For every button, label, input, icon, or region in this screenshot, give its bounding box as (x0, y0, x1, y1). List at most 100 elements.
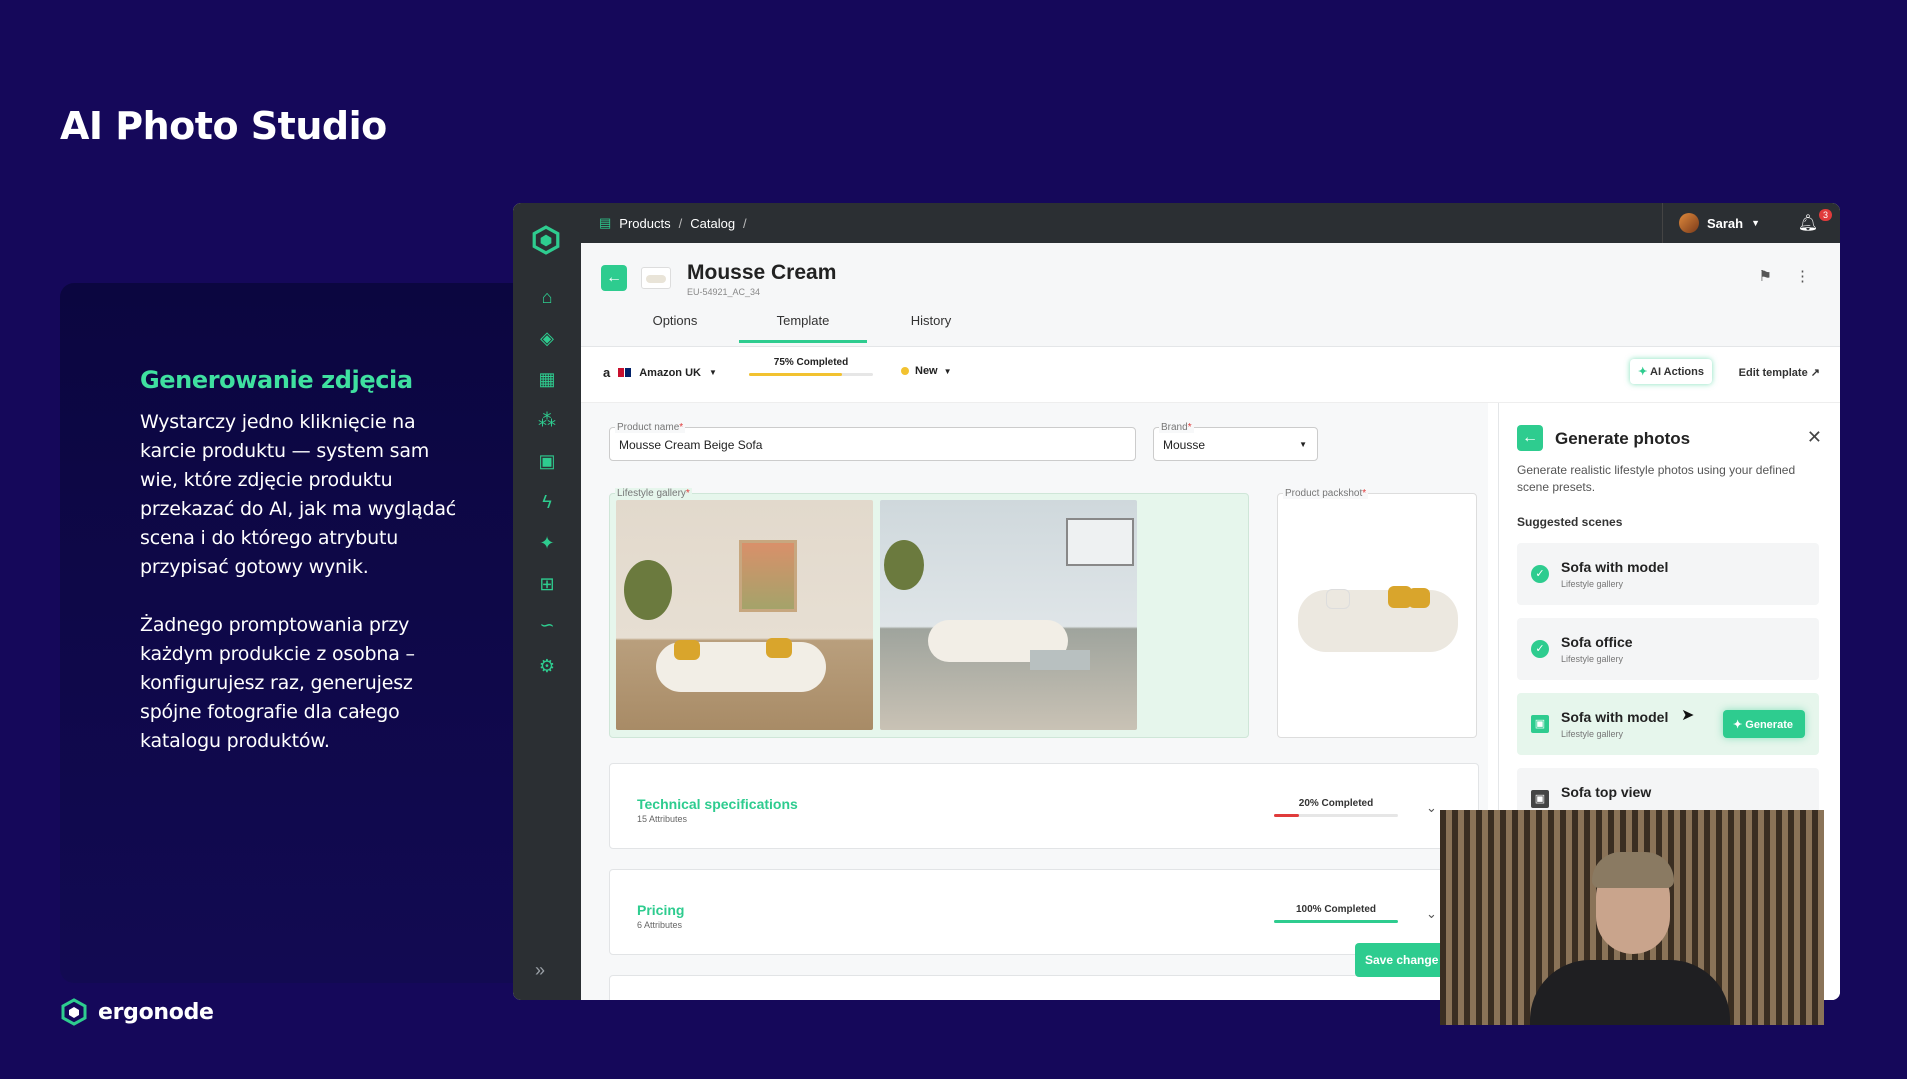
suggested-scenes-heading: Suggested scenes (1517, 515, 1623, 529)
completion-label: 75% Completed (773, 357, 849, 368)
brand-value: Mousse (1163, 438, 1206, 452)
workflow-icon[interactable]: ⁂ (537, 410, 557, 430)
completion-progress: 75% Completed (749, 357, 873, 376)
section-title: Technical specifications (637, 796, 798, 812)
check-circle-icon: ✓ (1531, 640, 1549, 658)
close-icon[interactable]: ✕ (1807, 427, 1822, 448)
tab-history[interactable]: History (867, 305, 995, 343)
scene-name: Sofa with model (1561, 559, 1669, 575)
app-logo-icon[interactable] (531, 225, 561, 255)
external-link-icon: ↗ (1810, 367, 1820, 379)
breadcrumb-catalog[interactable]: Catalog (690, 216, 735, 231)
scene-item[interactable]: ▣ Sofa with model Lifestyle gallery ✦ Ge… (1517, 693, 1819, 755)
image-icon: ▣ (1531, 715, 1549, 733)
sparkle-icon[interactable]: ✦ (537, 533, 557, 553)
section-title: Pricing (637, 902, 685, 918)
gallery-label: Lifestyle gallery* (615, 488, 692, 499)
product-thumbnail (641, 267, 671, 289)
section-subtitle: 6 Attributes (637, 920, 683, 930)
sidebar: ⌂ ◈ ▦ ⁂ ▣ ϟ ✦ ⊞ ∽ ⚙ » (513, 203, 581, 1000)
scene-subtitle: Lifestyle gallery (1561, 579, 1624, 589)
gallery-photo-1[interactable] (616, 500, 873, 730)
edit-template-link[interactable]: Edit template ↗ (1739, 366, 1820, 379)
status-select[interactable]: New ▼ (901, 365, 952, 377)
signature-icon[interactable]: ∽ (537, 615, 557, 635)
scene-name: Sofa top view (1561, 784, 1652, 800)
expand-icon[interactable]: ⌄ (1426, 800, 1437, 816)
section-technical-specifications[interactable]: Technical specifications 15 Attributes 2… (609, 763, 1479, 849)
topbar: ▤ Products / Catalog / Sarah ▼ 🔔︎ 3 (581, 203, 1840, 243)
market-select[interactable]: a Amazon UK ▼ (603, 365, 717, 380)
brand-logo: ergonode (60, 998, 214, 1026)
chevron-down-icon: ▼ (1299, 440, 1307, 449)
generate-button[interactable]: ✦ Generate (1723, 710, 1805, 738)
section-progress: 20% Completed (1274, 798, 1398, 817)
status-dot (901, 367, 909, 375)
uk-flag-icon (618, 368, 632, 377)
box-icon[interactable]: ◈ (537, 328, 557, 348)
expand-icon[interactable]: ⌄ (1426, 906, 1437, 922)
section-progress-label: 100% Completed (1295, 904, 1377, 915)
dashboard-icon[interactable]: ▦ (537, 369, 557, 389)
product-name-label: Product name* (615, 422, 686, 433)
scene-subtitle: Lifestyle gallery (1561, 654, 1624, 664)
panel-back-button[interactable]: ← (1517, 425, 1543, 451)
scene-subtitle: Lifestyle gallery (1561, 729, 1624, 739)
brand-label: Brand* (1159, 422, 1194, 433)
ai-actions-button[interactable]: ✦ AI Actions (1630, 359, 1712, 384)
tabs: Options Template History (611, 305, 995, 343)
brand-name: ergonode (98, 999, 214, 1025)
section-pricing[interactable]: Pricing 6 Attributes 100% Completed ⌄ (609, 869, 1479, 955)
template-content: Mousse Cream Beige Sofa Product name* Mo… (581, 403, 1488, 1000)
back-button[interactable]: ← (601, 265, 627, 291)
info-heading: Generowanie zdjęcia (140, 366, 413, 394)
scene-name: Sofa with model (1561, 709, 1669, 725)
image-icon: ▣ (1531, 790, 1549, 808)
section-progress-bar (1274, 814, 1299, 817)
market-label: Amazon UK (639, 366, 701, 379)
status-label: New (915, 365, 938, 377)
breadcrumb: ▤ Products / Catalog / (599, 215, 747, 231)
mouse-cursor-icon: ➤ (1681, 707, 1695, 724)
section-progress-bar (1274, 920, 1398, 923)
image-icon[interactable]: ▣ (537, 451, 557, 471)
edit-template-label: Edit template (1738, 367, 1808, 379)
section-collapsed (609, 975, 1479, 1000)
product-code: EU-54921_AC_34 (687, 287, 761, 297)
lightning-icon[interactable]: ϟ (537, 492, 557, 512)
home-icon[interactable]: ⌂ (537, 287, 557, 307)
toolbar: a Amazon UK ▼ 75% Completed New ▼ ✦ AI A… (581, 347, 1840, 403)
notification-badge: 3 (1818, 209, 1832, 221)
user-name: Sarah (1706, 215, 1744, 231)
gallery-photo-2[interactable] (880, 500, 1137, 730)
avatar (1678, 213, 1699, 233)
more-vertical-icon[interactable]: ⋮ (1795, 267, 1810, 285)
chevron-down-icon: ▼ (943, 366, 952, 376)
product-packshot[interactable] (1277, 493, 1477, 738)
gear-icon[interactable]: ⚙ (537, 656, 557, 676)
sparkle-icon: ✦ (1733, 719, 1743, 731)
chevron-down-icon: ▼ (708, 368, 717, 377)
amazon-icon: a (603, 365, 611, 380)
scene-item[interactable]: ✓ Sofa with model Lifestyle gallery (1517, 543, 1819, 605)
plus-square-icon[interactable]: ⊞ (537, 574, 557, 594)
document-icon: ▤ (599, 215, 612, 230)
scene-item[interactable]: ✓ Sofa office Lifestyle gallery (1517, 618, 1819, 680)
comment-flag-icon[interactable]: ⚑ (1759, 267, 1772, 285)
bell-icon[interactable]: 🔔︎ (1798, 213, 1818, 233)
tab-options[interactable]: Options (611, 305, 739, 343)
ai-actions-label: AI Actions (1650, 366, 1704, 378)
slide-title: AI Photo Studio (60, 104, 387, 148)
product-name-input[interactable]: Mousse Cream Beige Sofa (609, 427, 1136, 461)
scene-name: Sofa office (1561, 634, 1633, 650)
panel-description: Generate realistic lifestyle photos usin… (1517, 463, 1796, 494)
expand-sidebar-icon[interactable]: » (535, 960, 545, 981)
lifestyle-gallery (609, 493, 1249, 738)
section-progress: 100% Completed (1274, 904, 1398, 923)
breadcrumb-products[interactable]: Products (619, 216, 670, 231)
tab-template[interactable]: Template (739, 305, 867, 343)
section-subtitle: 15 Attributes (637, 814, 688, 824)
sparkle-icon: ✦ (1638, 366, 1648, 378)
info-paragraph-1: Wystarczy jedno kliknięcie na karcie pro… (140, 411, 457, 578)
user-menu[interactable]: Sarah ▼ (1678, 213, 1760, 233)
